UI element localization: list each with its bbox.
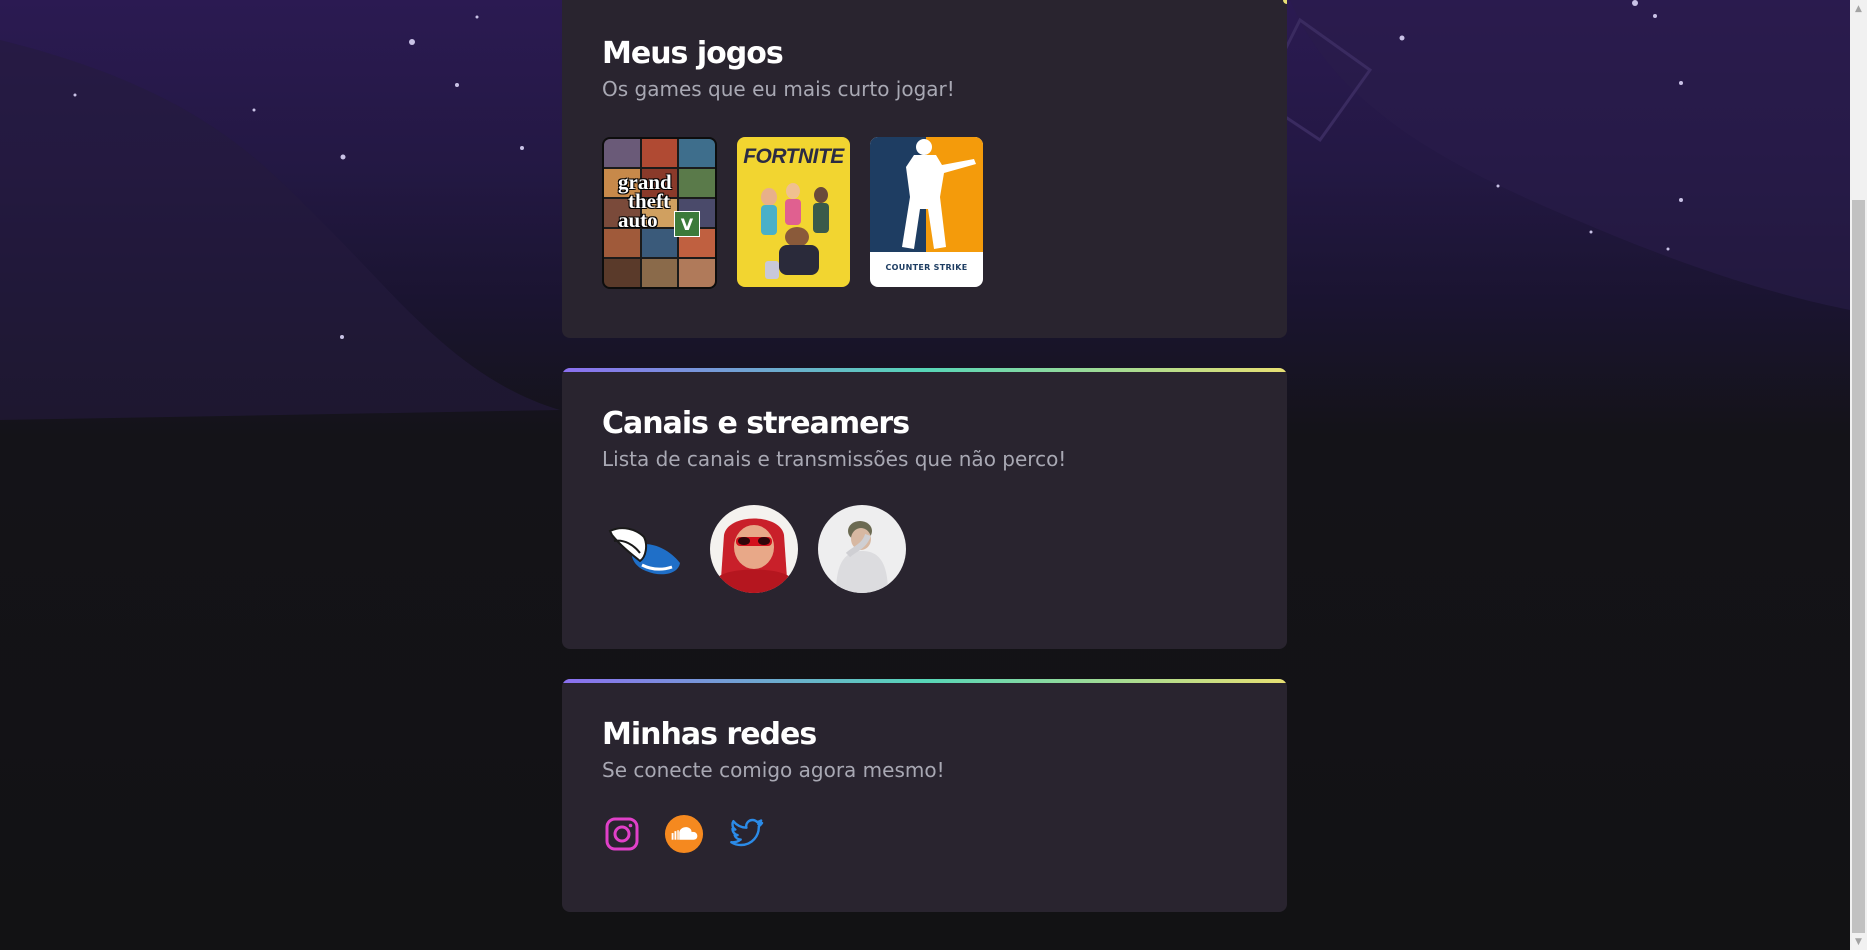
instagram-icon [605, 817, 639, 851]
fortnite-characters [761, 183, 829, 279]
gta-five-badge: V [674, 211, 700, 237]
streamer-white-shirt-image [836, 521, 888, 593]
socials-subtitle: Se conecte comigo agora mesmo! [602, 758, 945, 782]
twitter-link[interactable] [726, 814, 766, 854]
socials-list [602, 814, 1247, 854]
soundcloud-link[interactable] [664, 814, 704, 854]
games-list: grand theft auto V FORTNITE COUNTER STRI… [602, 137, 1247, 289]
soundcloud-icon [664, 814, 704, 854]
game-cover-fortnite[interactable]: FORTNITE [737, 137, 850, 287]
streamers-card: Canais e streamers Lista de canais e tra… [562, 368, 1287, 649]
instagram-link[interactable] [602, 814, 642, 854]
games-title: Meus jogos [602, 36, 784, 71]
games-card: Meus jogos Os games que eu mais curto jo… [562, 0, 1287, 338]
streamer-white-shirt-avatar[interactable] [818, 505, 906, 593]
streamers-list [602, 505, 1247, 593]
card-accent-edge [1283, 0, 1287, 4]
twitter-icon [730, 818, 764, 847]
streamers-subtitle: Lista de canais e transmissões que não p… [602, 447, 1067, 471]
gta-logo-text: grand theft auto [618, 170, 672, 232]
cs-logo-text: COUNTER STRIKE [885, 263, 968, 272]
winged-shoe-icon [608, 527, 680, 575]
streamer-red-hoodie-avatar[interactable] [710, 505, 798, 593]
vertical-scrollbar[interactable]: ▲ ▼ [1850, 0, 1867, 950]
streamer-red-hoodie-image [718, 518, 790, 593]
games-subtitle: Os games que eu mais curto jogar! [602, 77, 955, 101]
game-cover-gta[interactable]: grand theft auto V [602, 137, 717, 289]
scroll-thumb[interactable] [1852, 200, 1865, 933]
socials-card: Minhas redes Se conecte comigo agora mes… [562, 679, 1287, 912]
game-cover-counter-strike[interactable]: COUNTER STRIKE [870, 137, 983, 287]
winged-shoe-logo[interactable] [602, 505, 690, 593]
main-content: Meus jogos Os games que eu mais curto jo… [562, 0, 1287, 912]
socials-title: Minhas redes [602, 717, 817, 752]
scroll-down-arrow[interactable]: ▼ [1850, 933, 1867, 950]
streamers-title: Canais e streamers [602, 406, 910, 441]
scroll-up-arrow[interactable]: ▲ [1850, 0, 1867, 17]
